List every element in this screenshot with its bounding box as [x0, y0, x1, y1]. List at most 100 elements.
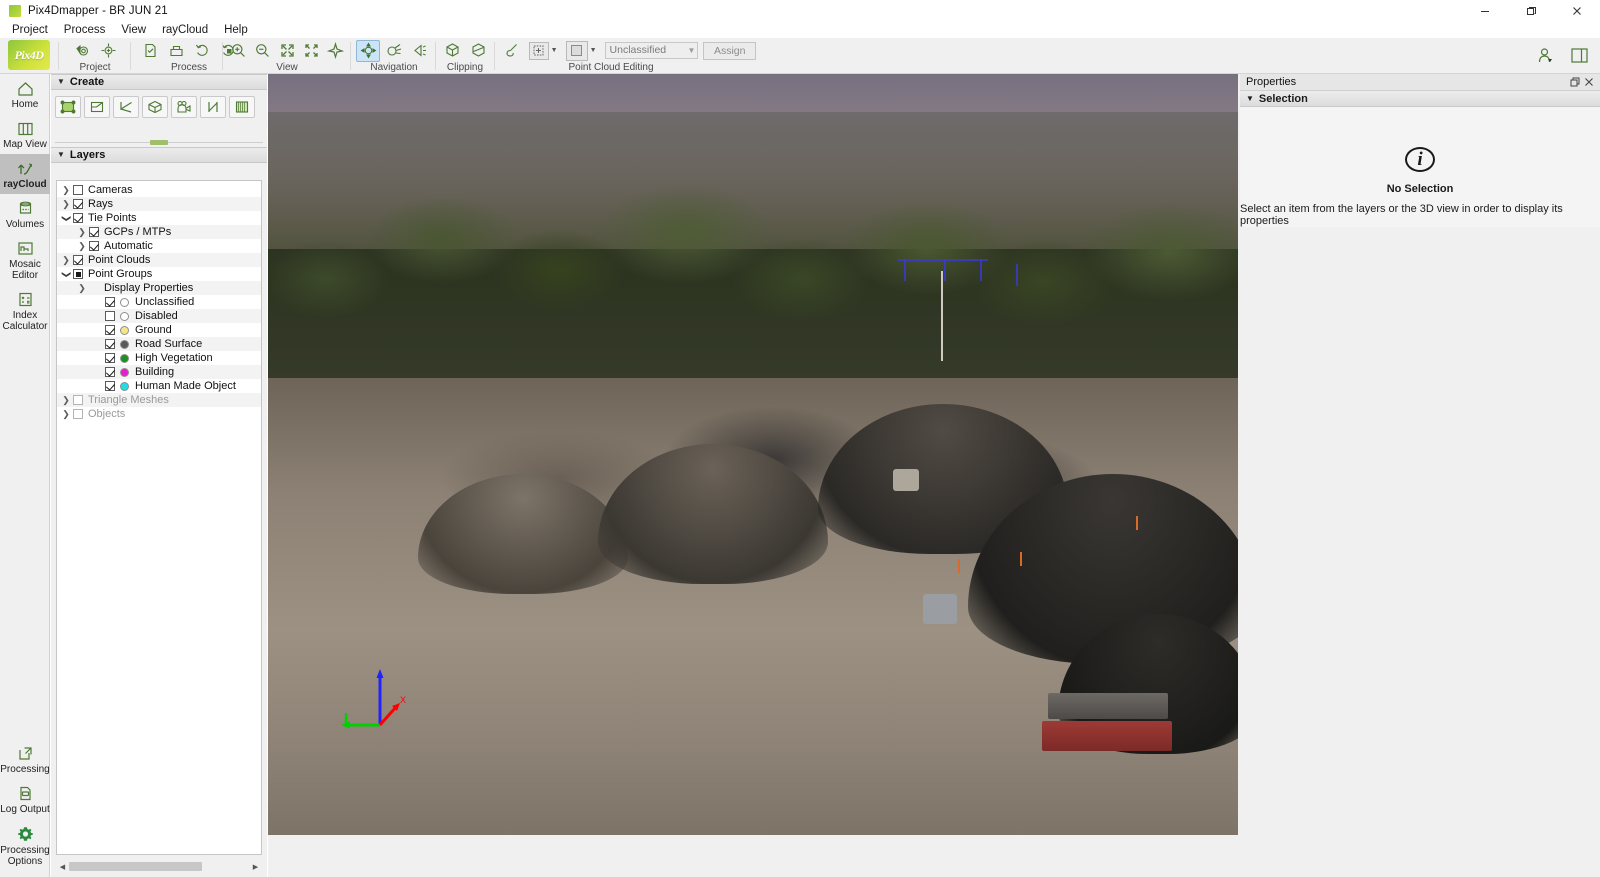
expand-chevron-right-icon[interactable]: ❯ [59, 199, 73, 210]
layer-checkbox[interactable] [105, 381, 115, 391]
layer-row-cameras[interactable]: ❯Cameras [57, 183, 261, 197]
layer-checkbox[interactable] [73, 269, 83, 279]
rail-item-volumes[interactable]: Volumes [0, 194, 50, 234]
maximize-button[interactable] [1508, 0, 1554, 22]
selection-shape-split-button[interactable]: ▼ [529, 40, 560, 62]
layer-checkbox[interactable] [105, 325, 115, 335]
classification-select[interactable]: Unclassified ▼ [605, 42, 699, 59]
trackball-navigation-icon[interactable] [356, 40, 380, 62]
layer-checkbox[interactable] [105, 367, 115, 377]
class-color-swatch[interactable] [120, 354, 129, 363]
layer-checkbox[interactable] [105, 311, 115, 321]
clipping-plane-icon[interactable] [466, 40, 490, 62]
expand-chevron-right-icon[interactable]: ❯ [75, 283, 89, 294]
layer-checkbox[interactable] [73, 395, 83, 405]
scroll-right-arrow-icon[interactable]: ▶ [249, 860, 262, 873]
layer-row-automatic[interactable]: ❯Automatic [57, 239, 261, 253]
layer-checkbox[interactable] [105, 297, 115, 307]
layer-row-point-groups[interactable]: ❮Point Groups [57, 267, 261, 281]
layer-checkbox[interactable] [73, 185, 83, 195]
minimize-button[interactable] [1462, 0, 1508, 22]
point-cloud-brush-icon[interactable] [501, 40, 522, 62]
layer-checkbox[interactable] [105, 339, 115, 349]
layers-horizontal-scrollbar[interactable]: ◀ ▶ [56, 860, 262, 873]
layer-checkbox[interactable] [73, 255, 83, 265]
zoom-in-icon[interactable] [227, 40, 249, 62]
rail-item-mosaic-editor[interactable]: Mosaic Editor [0, 234, 50, 285]
expand-chevron-right-icon[interactable]: ❯ [75, 227, 89, 238]
layer-checkbox[interactable] [105, 353, 115, 363]
layer-row-objects[interactable]: ❯Objects [57, 407, 261, 421]
menu-help[interactable]: Help [216, 22, 256, 38]
layer-checkbox[interactable] [73, 409, 83, 419]
create-volume-icon[interactable] [142, 96, 168, 118]
layer-row-human-made-object[interactable]: Human Made Object [57, 379, 261, 393]
menu-process[interactable]: Process [56, 22, 114, 38]
create-panel-header[interactable]: ▼ Create [51, 74, 267, 90]
layout-panels-icon[interactable] [1567, 44, 1591, 66]
expand-chevron-right-icon[interactable]: ❯ [59, 185, 73, 196]
rectangle-select-icon[interactable] [529, 42, 549, 60]
expand-chevron-right-icon[interactable]: ❯ [59, 395, 73, 406]
rail-item-processing[interactable]: Processing [0, 739, 50, 779]
selection-section-header[interactable]: ▼ Selection [1240, 91, 1600, 107]
layer-row-point-clouds[interactable]: ❯Point Clouds [57, 253, 261, 267]
layers-panel-header[interactable]: ▼ Layers [51, 147, 267, 163]
point-of-interest-icon[interactable] [382, 40, 406, 62]
layer-row-unclassified[interactable]: Unclassified [57, 295, 261, 309]
layer-row-road-surface[interactable]: Road Surface [57, 337, 261, 351]
chevron-down-icon[interactable]: ▼ [549, 42, 560, 60]
scrollbar-thumb[interactable] [69, 862, 202, 871]
layers-tree[interactable]: ❯Cameras❯Rays❮Tie Points❯GCPs / MTPs❯Aut… [56, 180, 262, 855]
class-color-swatch[interactable] [120, 312, 129, 321]
menu-view[interactable]: View [113, 22, 154, 38]
expand-chevron-right-icon[interactable]: ❯ [59, 255, 73, 266]
processing-options-icon[interactable] [138, 40, 162, 62]
close-panel-icon[interactable] [1582, 75, 1596, 89]
expand-chevron-down-icon[interactable]: ❮ [61, 267, 72, 281]
expand-chevron-right-icon[interactable]: ❯ [59, 409, 73, 420]
layer-row-display-properties[interactable]: ❯Display Properties [57, 281, 261, 295]
class-color-swatch[interactable] [120, 340, 129, 349]
zoom-out-icon[interactable] [251, 40, 273, 62]
layer-checkbox[interactable] [73, 213, 83, 223]
zoom-selection-icon[interactable] [300, 40, 322, 62]
reoptimize-icon[interactable] [190, 40, 214, 62]
layer-checkbox[interactable] [89, 227, 99, 237]
create-polyline-icon[interactable] [113, 96, 139, 118]
layer-row-triangle-meshes[interactable]: ❯Triangle Meshes [57, 393, 261, 407]
raycloud-3d-view[interactable]: X [268, 74, 1238, 835]
layer-checkbox[interactable] [73, 199, 83, 209]
gcp-manager-icon[interactable] [96, 40, 120, 62]
create-surface-icon[interactable] [55, 96, 81, 118]
layer-row-building[interactable]: Building [57, 365, 261, 379]
create-video-animation-icon[interactable] [171, 96, 197, 118]
scroll-left-arrow-icon[interactable]: ◀ [56, 860, 69, 873]
create-clipping-area-icon[interactable] [229, 96, 255, 118]
zoom-extents-icon[interactable] [276, 40, 298, 62]
class-color-swatch[interactable] [120, 298, 129, 307]
scrollbar-track[interactable] [69, 860, 249, 873]
rail-item-map-view[interactable]: Map View [0, 114, 50, 154]
layer-row-gcps-mtps[interactable]: ❯GCPs / MTPs [57, 225, 261, 239]
layer-row-high-vegetation[interactable]: High Vegetation [57, 351, 261, 365]
panel-splitter[interactable] [51, 138, 267, 147]
class-color-swatch[interactable] [120, 368, 129, 377]
class-color-swatch[interactable] [120, 326, 129, 335]
menu-raycloud[interactable]: rayCloud [154, 22, 216, 38]
local-processing-icon[interactable] [164, 40, 188, 62]
close-button[interactable] [1554, 0, 1600, 22]
layer-row-tie-points[interactable]: ❮Tie Points [57, 211, 261, 225]
class-color-swatch[interactable] [120, 382, 129, 391]
rail-item-raycloud[interactable]: rayCloud [0, 154, 50, 194]
float-panel-icon[interactable] [1568, 75, 1582, 89]
layer-row-disabled[interactable]: Disabled [57, 309, 261, 323]
expand-chevron-down-icon[interactable]: ❮ [61, 211, 72, 225]
selection-mode-split-button[interactable]: ▼ [566, 40, 599, 62]
create-scale-constraint-icon[interactable] [200, 96, 226, 118]
rail-item-index-calculator[interactable]: Index Calculator [0, 285, 50, 336]
new-project-camera-icon[interactable] [70, 40, 94, 62]
layer-row-ground[interactable]: Ground [57, 323, 261, 337]
assign-button[interactable]: Assign [703, 42, 756, 60]
user-account-icon[interactable] [1533, 44, 1557, 66]
